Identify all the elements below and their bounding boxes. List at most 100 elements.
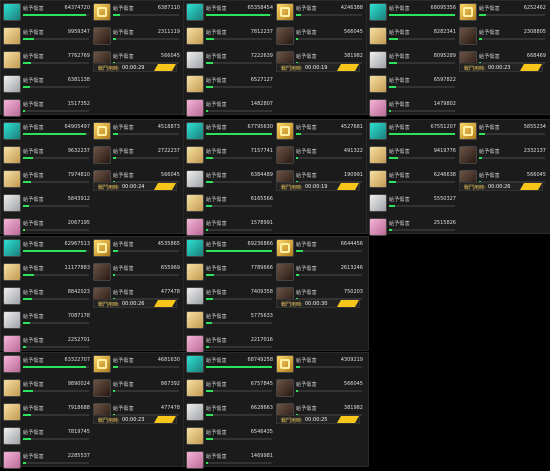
damage-label: 給予傷害 — [296, 406, 317, 412]
damage-bar-fill — [113, 274, 115, 276]
pink-girl-icon — [186, 451, 204, 469]
damage-row: 給予傷害 7087178 — [3, 311, 93, 331]
damage-bar — [206, 414, 272, 416]
damage-value: 6546435 — [250, 429, 273, 435]
damage-value: 668469 — [526, 53, 546, 59]
timer-stripe-decoration — [337, 64, 359, 71]
damage-row: 給予傷害 62967513 — [3, 239, 93, 259]
damage-label: 給予傷害 — [113, 406, 134, 412]
timer-stripe-decoration — [154, 416, 176, 423]
damage-value: 566045 — [526, 172, 546, 178]
damage-row: 給予傷害 1517352 — [3, 99, 93, 119]
damage-row: 給予傷害 655969 — [93, 263, 183, 283]
battle-timer: 戰鬥用時: 00:00:19 — [276, 182, 360, 191]
damage-value: 7762769 — [67, 53, 90, 59]
damage-label: 給予傷害 — [479, 54, 500, 60]
damage-bar-fill — [23, 390, 33, 392]
damage-bar — [23, 14, 89, 16]
damage-value: 69236866 — [247, 241, 273, 247]
damage-bar-fill — [206, 205, 212, 207]
damage-bar — [389, 38, 455, 40]
damage-value: 7157741 — [250, 148, 273, 154]
damage-value: 7087178 — [67, 313, 90, 319]
damage-row: 給予傷害 6546435 — [186, 427, 276, 447]
damage-label: 給予傷害 — [206, 290, 227, 296]
battle-timer: 戰鬥用時: 00:00:26 — [93, 299, 177, 308]
battle-result-panel: 給予傷害 68749258 給予傷害 6757845 給予傷害 6628663 給予傷害 65… — [183, 352, 369, 469]
damage-bar — [23, 322, 89, 324]
white-hair-girl-icon — [186, 287, 204, 305]
damage-label: 給予傷害 — [296, 125, 317, 131]
damage-row: 給予傷害 5843912 — [3, 194, 93, 214]
damage-label: 給予傷害 — [389, 221, 410, 227]
damage-value: 5775633 — [250, 313, 273, 319]
damage-bar-fill — [23, 229, 25, 231]
damage-bar — [113, 38, 179, 40]
damage-value: 4681630 — [157, 357, 180, 363]
timer-stripe-decoration — [154, 300, 176, 307]
damage-bar — [389, 14, 455, 16]
damage-label: 給予傷害 — [23, 78, 44, 84]
damage-bar — [23, 250, 89, 252]
damage-label: 給予傷害 — [23, 6, 44, 12]
damage-value: 6757845 — [250, 381, 273, 387]
damage-bar-fill — [23, 110, 25, 112]
white-hair-girl-icon — [3, 427, 21, 445]
damage-row: 給予傷害 6527127 — [186, 75, 276, 95]
blonde-girl-icon — [3, 146, 21, 164]
damage-bar — [113, 14, 179, 16]
damage-bar — [479, 38, 545, 40]
damage-bar-fill — [23, 157, 33, 159]
damage-bar — [206, 14, 272, 16]
damage-bar-fill — [23, 205, 29, 207]
damage-bar-fill — [206, 110, 208, 112]
battle-result-panel: 給予傷害 65358454 給予傷害 7812237 給予傷害 7222639 給予傷害 65… — [183, 0, 369, 117]
damage-value: 7222639 — [250, 53, 273, 59]
damage-value: 5550327 — [433, 196, 456, 202]
teal-girl-icon — [186, 355, 204, 373]
damage-label: 給予傷害 — [296, 173, 317, 179]
timer-stripe-decoration — [154, 183, 176, 190]
damage-bar — [23, 229, 89, 231]
damage-label: 給予傷害 — [206, 197, 227, 203]
damage-value: 381982 — [343, 405, 363, 411]
damage-label: 給予傷害 — [113, 266, 134, 272]
damage-value: 4527681 — [340, 124, 363, 130]
pink-girl-icon — [186, 99, 204, 117]
damage-bar-fill — [206, 274, 214, 276]
damage-label: 給予傷害 — [389, 197, 410, 203]
damage-row: 給予傷害 64905497 — [3, 122, 93, 142]
damage-bar-fill — [206, 157, 213, 159]
damage-value: 1578991 — [250, 220, 273, 226]
damage-label: 給予傷害 — [23, 338, 44, 344]
damage-bar-fill — [389, 181, 396, 183]
damage-bar — [23, 181, 89, 183]
damage-bar-fill — [206, 298, 213, 300]
crown-warrior-icon — [93, 239, 111, 257]
damage-row: 給予傷害 867392 — [93, 379, 183, 399]
damage-bar-fill — [206, 438, 213, 440]
damage-label: 給予傷害 — [23, 454, 44, 460]
damage-bar-fill — [113, 250, 118, 252]
damage-bar-fill — [206, 229, 208, 231]
damage-value: 2332137 — [523, 148, 546, 154]
blonde-girl-icon — [3, 27, 21, 45]
timer-value: 00:00:26 — [488, 184, 511, 190]
damage-bar — [206, 274, 272, 276]
damage-bar — [206, 438, 272, 440]
damage-bar — [389, 229, 455, 231]
damage-label: 給予傷害 — [296, 382, 317, 388]
timer-value: 00:00:19 — [305, 184, 328, 190]
damage-row: 給予傷害 69236866 — [186, 239, 276, 259]
damage-bar-fill — [479, 38, 482, 40]
bearded-man-icon — [93, 27, 111, 45]
damage-row: 給予傷害 2332137 — [459, 146, 549, 166]
damage-value: 64374720 — [64, 5, 90, 11]
blonde-girl-icon — [3, 170, 21, 188]
damage-row: 給予傷害 7762769 — [3, 51, 93, 71]
damage-row: 給予傷害 7789666 — [186, 263, 276, 283]
damage-label: 給予傷害 — [113, 242, 134, 248]
damage-value: 9419776 — [433, 148, 456, 154]
blonde-girl-icon — [369, 170, 387, 188]
damage-label: 給予傷害 — [113, 6, 134, 12]
